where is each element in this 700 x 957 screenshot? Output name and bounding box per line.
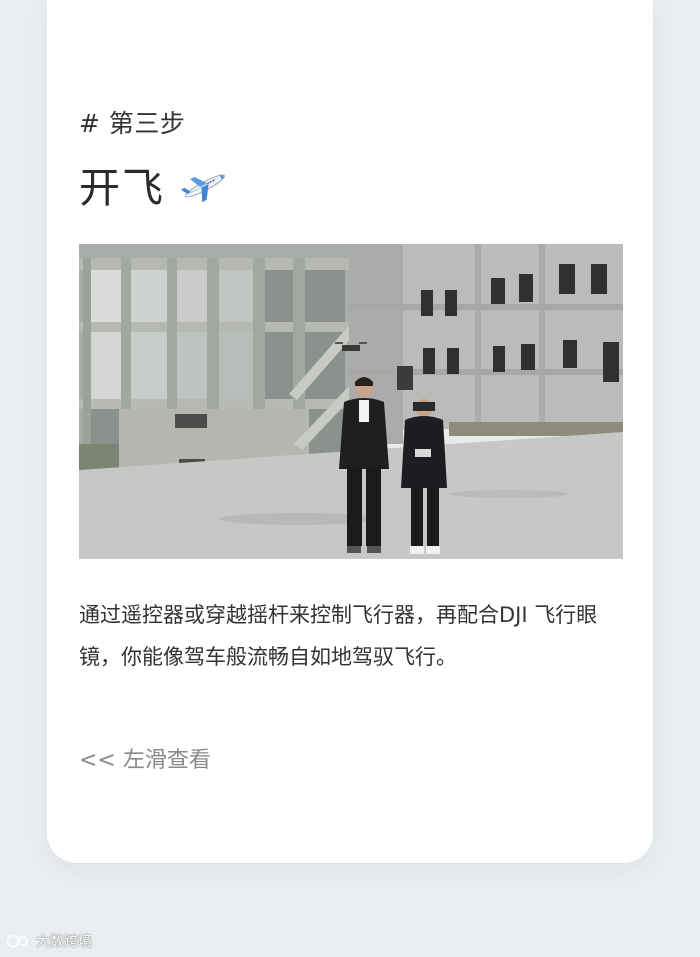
watermark-logo-icon [6,934,28,948]
content-card: # 第三步 开飞 通过遥控器或穿越摇杆来控制飞行器，再配合DJI 飞行眼镜，你能… [47,0,653,863]
swipe-hint[interactable]: << 左滑查看 [79,742,211,774]
page-title: 开飞 [79,164,165,212]
step-label: # 第三步 [79,109,186,138]
watermark: 大数跨境 [6,931,92,951]
description-text: 通过遥控器或穿越摇杆来控制飞行器，再配合DJI 飞行眼镜，你能像驾车般流畅自如地… [79,603,598,669]
watermark-text: 大数跨境 [36,934,92,950]
hero-photo [79,244,623,559]
title-row: 开飞 [79,154,231,214]
airplane-icon [180,174,226,203]
